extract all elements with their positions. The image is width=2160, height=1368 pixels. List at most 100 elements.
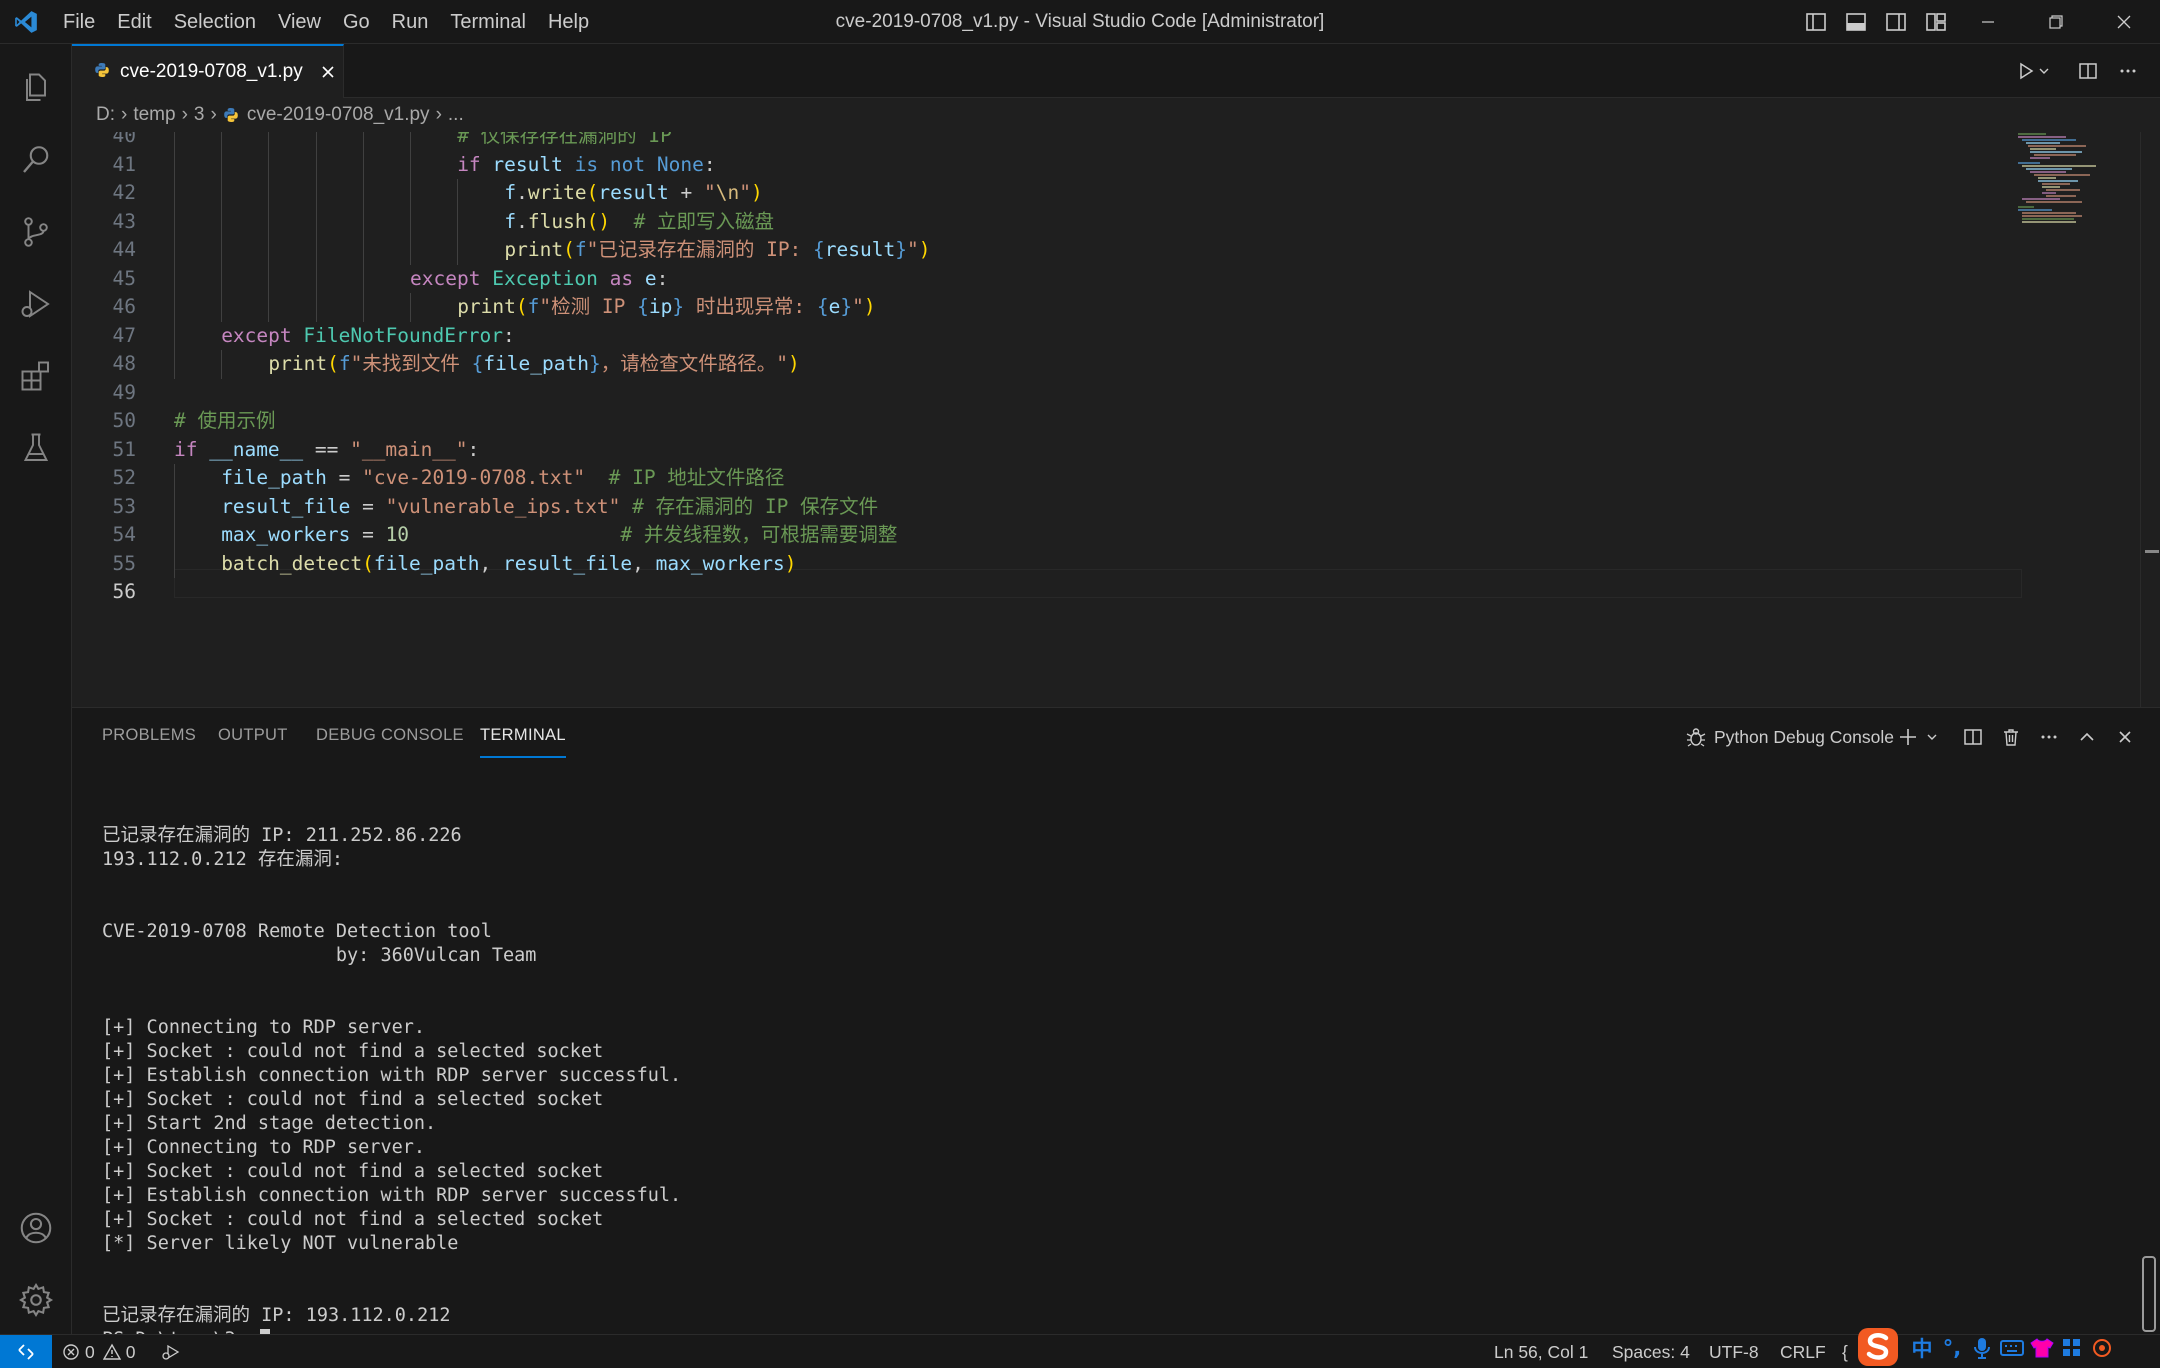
- language-mode[interactable]: {: [1842, 1335, 1848, 1368]
- toggle-panel-icon[interactable]: [1836, 0, 1876, 44]
- line-number: 46: [112, 295, 136, 318]
- line-number: 41: [112, 152, 136, 176]
- settings-gear-icon[interactable]: [0, 1264, 72, 1336]
- close-window-button[interactable]: [2090, 0, 2158, 44]
- kill-terminal-trash-icon[interactable]: [1996, 720, 2026, 754]
- tab-problems[interactable]: PROBLEMS: [102, 726, 196, 758]
- editor-tab-active[interactable]: cve-2019-0708_v1.py: [72, 44, 344, 98]
- code-line: 43 f.flush() # 立即写入磁盘: [72, 207, 2022, 236]
- skin-shirt-icon[interactable]: [2028, 1334, 2056, 1362]
- code-text: except Exception as e:: [410, 266, 669, 290]
- end-of-line[interactable]: CRLF: [1780, 1335, 1826, 1368]
- explorer-icon[interactable]: [0, 52, 72, 124]
- indent-guide: [174, 464, 175, 493]
- indent-guide: [221, 293, 223, 322]
- encoding[interactable]: UTF-8: [1709, 1335, 1759, 1368]
- error-count: 0: [85, 1342, 95, 1362]
- breadcrumb-item-folder[interactable]: temp: [133, 104, 175, 126]
- ime-punctuation-toggle[interactable]: °,: [1938, 1334, 1966, 1362]
- close-panel-icon[interactable]: [2110, 720, 2140, 754]
- tab-output[interactable]: OUTPUT: [218, 726, 288, 758]
- python-file-icon: [94, 62, 110, 83]
- python-file-icon: [223, 107, 239, 123]
- line-number: 49: [112, 380, 136, 404]
- menu-view[interactable]: View: [267, 0, 332, 44]
- toggle-primary-sidebar-icon[interactable]: [1796, 0, 1836, 44]
- indent-guide: [174, 132, 175, 151]
- menu-selection[interactable]: Selection: [163, 0, 267, 44]
- menu-help[interactable]: Help: [537, 0, 600, 44]
- new-terminal-plus-icon[interactable]: [1896, 720, 1920, 754]
- menu-file[interactable]: File: [52, 0, 106, 44]
- toolbox-grid-icon[interactable]: [2058, 1334, 2086, 1362]
- sogou-logo-icon[interactable]: [1856, 1324, 1902, 1368]
- code-text: max_workers = 10 # 并发线程数，可根据需要调整: [221, 523, 898, 546]
- keyboard-icon[interactable]: [1998, 1334, 2026, 1362]
- window-controls: [1954, 0, 2158, 44]
- run-debug-icon[interactable]: [0, 268, 72, 340]
- code-line: 55 batch_detect(file_path, result_file, m…: [72, 549, 2022, 578]
- tab-debug-console[interactable]: DEBUG CONSOLE: [316, 726, 464, 758]
- source-control-icon[interactable]: [0, 196, 72, 268]
- code-text: batch_detect(file_path, result_file, max…: [221, 551, 797, 575]
- more-actions-icon[interactable]: [2108, 44, 2148, 98]
- breadcrumb-item-symbol[interactable]: ...: [448, 104, 464, 126]
- line-number: 56: [112, 580, 136, 603]
- tab-terminal[interactable]: TERMINAL: [480, 726, 566, 758]
- terminal-line: [+] Establish connection with RDP server…: [102, 1065, 682, 1086]
- warning-icon: [102, 1343, 121, 1361]
- restore-button[interactable]: [2022, 0, 2090, 44]
- chevron-right-icon: ›: [435, 104, 442, 125]
- terminal-profile-chevron-icon[interactable]: [1922, 720, 1942, 754]
- split-terminal-icon[interactable]: [1958, 720, 1988, 754]
- debug-status-icon[interactable]: [160, 1335, 182, 1368]
- terminal-selector[interactable]: Python Debug Console: [1684, 720, 1904, 754]
- ime-settings-icon[interactable]: [2088, 1334, 2116, 1362]
- run-dropdown-chevron-icon[interactable]: [2032, 44, 2056, 98]
- cursor-position[interactable]: Ln 56, Col 1: [1494, 1335, 1588, 1368]
- indent-guide: [268, 264, 270, 293]
- breadcrumb-item-subfolder[interactable]: 3: [194, 104, 205, 126]
- problems-status[interactable]: 0 0: [62, 1335, 135, 1368]
- editor-scrollbar[interactable]: [2140, 132, 2160, 707]
- minimap[interactable]: [2016, 132, 2136, 252]
- code-line: 45 except Exception as e:: [72, 264, 2022, 293]
- indent-guide: [221, 179, 223, 208]
- ime-mode-toggle[interactable]: 中: [1908, 1334, 1936, 1362]
- breadcrumb: D: › temp › 3 › cve-2019-0708_v1.py › ..…: [72, 98, 2160, 132]
- code-line: 54 max_workers = 10 # 并发线程数，可根据需要调整: [72, 521, 2022, 550]
- breadcrumb-item-drive[interactable]: D:: [96, 104, 115, 126]
- remote-window-icon[interactable]: [0, 1335, 52, 1368]
- maximize-panel-chevron-up-icon[interactable]: [2072, 720, 2102, 754]
- panel-more-actions-icon[interactable]: [2034, 720, 2064, 754]
- error-icon: [62, 1343, 80, 1361]
- warning-count: 0: [125, 1342, 136, 1362]
- indent-guide: [315, 150, 317, 179]
- microphone-icon[interactable]: [1968, 1334, 1996, 1362]
- menu-terminal[interactable]: Terminal: [439, 0, 537, 44]
- menu-go[interactable]: Go: [332, 0, 381, 44]
- extensions-icon[interactable]: [0, 340, 72, 412]
- status-bar: 0 0 Ln 56, Col 1 Spaces: 4 UTF-8 CRLF {: [0, 1334, 2160, 1368]
- testing-icon[interactable]: [0, 412, 72, 484]
- menu-run[interactable]: Run: [381, 0, 440, 44]
- menu-edit[interactable]: Edit: [106, 0, 162, 44]
- indent-guide: [362, 179, 364, 208]
- ime-toolbar: 中 °,: [1856, 1322, 2160, 1368]
- terminal-output[interactable]: 已记录存在漏洞的 IP: 211.252.86.226 193.112.0.212…: [102, 800, 681, 1352]
- indent-guide: [174, 293, 175, 322]
- customize-layout-icon[interactable]: [1916, 0, 1956, 44]
- code-editor[interactable]: 40 # 仅保存存在漏洞的 IP 41 if result is not None: 4…: [72, 132, 2160, 707]
- minimize-button[interactable]: [1954, 0, 2022, 44]
- split-editor-icon[interactable]: [2068, 44, 2108, 98]
- indentation[interactable]: Spaces: 4: [1612, 1335, 1690, 1368]
- search-icon[interactable]: [0, 124, 72, 196]
- breadcrumb-item-file[interactable]: cve-2019-0708_v1.py: [247, 104, 430, 126]
- terminal-scrollbar[interactable]: [2142, 1256, 2156, 1332]
- toggle-secondary-sidebar-icon[interactable]: [1876, 0, 1916, 44]
- indent-guide: [362, 293, 364, 322]
- accounts-icon[interactable]: [0, 1192, 72, 1264]
- indent-guide: [315, 264, 317, 293]
- close-tab-icon[interactable]: [317, 61, 339, 83]
- line-number: 40: [112, 132, 136, 147]
